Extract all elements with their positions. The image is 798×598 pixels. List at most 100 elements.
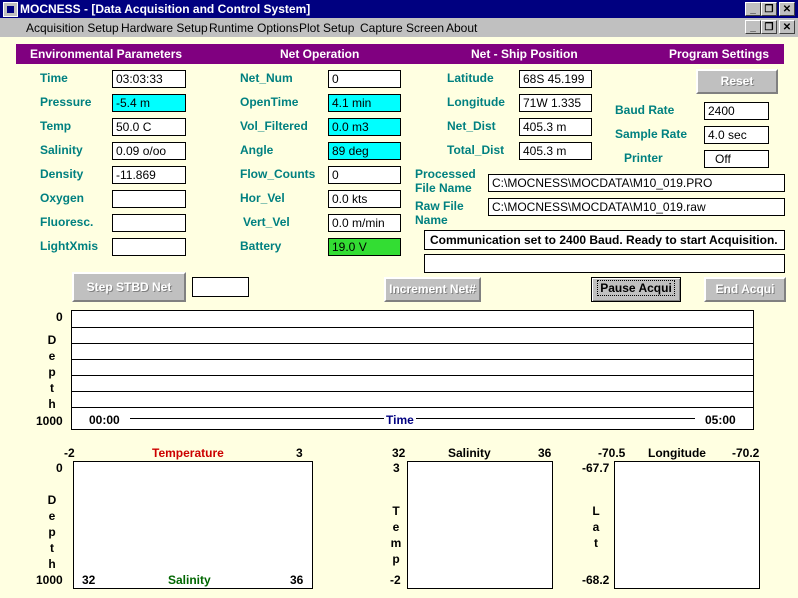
latitude-label: Latitude <box>447 71 494 85</box>
sample-rate-value[interactable]: 4.0 sec <box>704 126 769 144</box>
depth-time-plot: 00:00 Time 05:00 <box>71 310 754 430</box>
end-acqui-button[interactable]: End Acqui <box>704 277 786 302</box>
time-start-label: 00:00 <box>89 413 120 427</box>
raw-label-line2: Name <box>415 213 448 227</box>
net-dist-label: Net_Dist <box>447 119 496 133</box>
hor-vel-label: Hor_Vel <box>240 191 285 205</box>
oxygen-label: Oxygen <box>40 191 85 205</box>
latitude-value: 68S 45.199 <box>519 70 592 88</box>
density-label: Density <box>40 167 84 181</box>
pos-ylabel: Lat <box>592 504 600 550</box>
temp-ytop: 0 <box>56 461 63 475</box>
lat-lon-plot <box>614 461 760 589</box>
prog-section-title: Program Settings <box>669 47 770 61</box>
salinity-value: 0.09 o/oo <box>112 142 186 160</box>
oxygen-value <box>112 190 186 208</box>
raw-file-field[interactable]: C:\MOCNESS\MOCDATA\M10_019.raw <box>488 198 785 216</box>
temp-xlabel: Temperature <box>152 446 224 460</box>
net-section-title: Net Operation <box>280 47 360 61</box>
menu-capture-screen[interactable]: Capture Screen <box>360 21 444 35</box>
vol-filtered-value: 0.0 m3 <box>328 118 401 136</box>
ts-ylabel: Temp <box>390 504 402 566</box>
longitude-label: Longitude <box>447 95 505 109</box>
menu-plot-setup[interactable]: Plot Setup <box>299 21 354 35</box>
temp-bottom-label: Salinity <box>168 573 211 587</box>
menu-about[interactable]: About <box>446 21 477 35</box>
child-minimize-icon[interactable]: _ <box>745 20 761 34</box>
title-bar: MOCNESS - [Data Acquisition and Control … <box>0 0 798 18</box>
flow-counts-value: 0 <box>328 166 401 184</box>
pos-ybottom: -68.2 <box>582 573 610 587</box>
pressure-label: Pressure <box>40 95 92 109</box>
pause-acqui-label: Pause Acqui <box>597 280 675 296</box>
depth-plot-bottom-label: 1000 <box>36 414 63 428</box>
total-dist-value: 405.3 m <box>519 142 592 160</box>
net-num-value: 0 <box>328 70 401 88</box>
hor-vel-value: 0.0 kts <box>328 190 401 208</box>
processed-label-line2: File Name <box>415 181 472 195</box>
flow-counts-label: Flow_Counts <box>240 167 316 181</box>
printer-value[interactable]: Off <box>704 150 769 168</box>
time-axis-label: Time <box>384 413 416 427</box>
opentime-label: OpenTime <box>240 95 299 109</box>
temp-label: Temp <box>40 119 72 133</box>
temperature-salinity-plot <box>407 461 553 589</box>
baud-rate-value[interactable]: 2400 <box>704 102 769 120</box>
app-icon[interactable] <box>3 2 18 17</box>
temp-xmin: -2 <box>64 446 75 460</box>
temp-ybottom: 1000 <box>36 573 63 587</box>
total-dist-label: Total_Dist <box>447 143 505 157</box>
ts-xlabel: Salinity <box>448 446 491 460</box>
angle-value: 89 deg <box>328 142 401 160</box>
ts-xmax: 36 <box>538 446 552 460</box>
pos-ytop: -67.7 <box>582 461 610 475</box>
menu-bar: Acquisition Setup Hardware Setup Runtime… <box>0 18 798 37</box>
child-close-icon[interactable]: ✕ <box>779 20 795 34</box>
child-restore-icon[interactable]: ❐ <box>761 20 777 34</box>
menu-acquisition-setup[interactable]: Acquisition Setup <box>26 21 119 35</box>
fluoresc-label: Fluoresc. <box>40 215 94 229</box>
time-end-label: 05:00 <box>705 413 736 427</box>
opentime-value: 4.1 min <box>328 94 401 112</box>
ts-xmin: 32 <box>392 446 406 460</box>
status-message-2 <box>424 254 785 273</box>
angle-label: Angle <box>240 143 274 157</box>
density-value: -11.869 <box>112 166 186 184</box>
battery-value: 19.0 V <box>328 238 401 256</box>
net-num-label: Net_Num <box>240 71 293 85</box>
vert-vel-value: 0.0 m/min <box>328 214 401 232</box>
ship-section-title: Net - Ship Position <box>471 47 578 61</box>
temp-bottom-min: 32 <box>82 573 96 587</box>
step-net-field[interactable] <box>192 277 249 297</box>
printer-label: Printer <box>624 151 663 165</box>
ts-ybottom: -2 <box>390 573 401 587</box>
reset-button[interactable]: Reset <box>696 69 778 94</box>
ts-ytop: 3 <box>393 461 400 475</box>
battery-label: Battery <box>240 239 282 253</box>
menu-hardware-setup[interactable]: Hardware Setup <box>121 21 208 35</box>
baud-rate-label: Baud Rate <box>615 103 675 117</box>
increment-net-button[interactable]: Increment Net# <box>384 277 481 302</box>
menu-runtime-options[interactable]: Runtime Options <box>209 21 298 35</box>
status-message: Communication set to 2400 Baud. Ready to… <box>424 230 785 250</box>
processed-file-field[interactable]: C:\MOCNESS\MOCDATA\M10_019.PRO <box>488 174 785 192</box>
temperature-depth-plot <box>73 461 313 589</box>
temp-ylabel: Depth <box>47 493 57 571</box>
pos-xmax: -70.2 <box>732 446 760 460</box>
restore-icon[interactable]: ❐ <box>761 2 777 16</box>
pos-xmin: -70.5 <box>598 446 626 460</box>
close-icon[interactable]: ✕ <box>779 2 795 16</box>
depth-plot-top-label: 0 <box>56 310 63 324</box>
pause-acqui-button[interactable]: Pause Acqui <box>591 277 681 302</box>
vert-vel-label: Vert_Vel <box>243 215 290 229</box>
sample-rate-label: Sample Rate <box>615 127 688 141</box>
longitude-value: 71W 1.335 <box>519 94 592 112</box>
step-stbd-net-button[interactable]: Step STBD Net <box>72 272 186 302</box>
fluoresc-value <box>112 214 186 232</box>
pressure-value: -5.4 m <box>112 94 186 112</box>
vol-filtered-label: Vol_Filtered <box>240 119 308 133</box>
minimize-icon[interactable]: _ <box>745 2 761 16</box>
net-dist-value: 405.3 m <box>519 118 592 136</box>
processed-label-line1: Processed <box>415 167 476 181</box>
time-value: 03:03:33 <box>112 70 186 88</box>
